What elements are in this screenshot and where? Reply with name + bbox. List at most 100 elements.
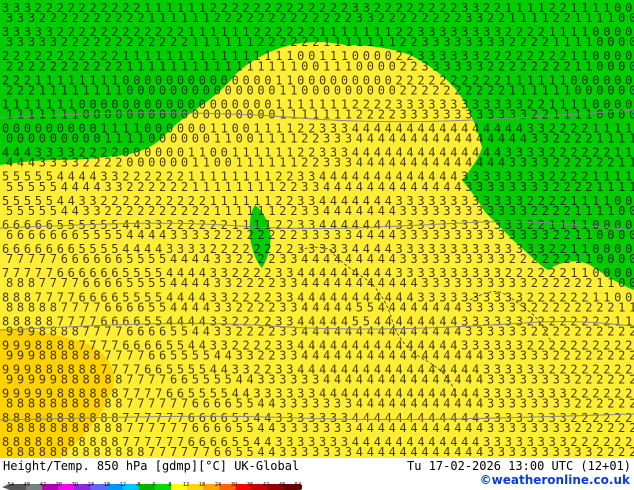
temp-label: 1 (596, 204, 603, 218)
temp-label: 4 (476, 445, 483, 458)
temp-label: 4 (203, 300, 210, 314)
temp-label: 0 (629, 204, 634, 218)
temp-label: 3 (432, 252, 439, 266)
temp-label: 4 (400, 349, 407, 363)
temp-label: 2 (542, 252, 549, 266)
temp-label: 1 (585, 228, 592, 242)
temp-label: 4 (400, 421, 407, 435)
temp-label: 0 (596, 252, 603, 266)
temp-label: 4 (312, 276, 319, 290)
temp-label: 2 (236, 228, 243, 242)
temp-label: 0 (323, 83, 330, 97)
temp-label: 0 (618, 35, 625, 49)
temp-label: 8 (61, 373, 68, 387)
temp-label: 4 (268, 397, 275, 411)
temp-label: 7 (72, 276, 79, 290)
temp-label: 4 (389, 349, 396, 363)
temp-label: 8 (50, 445, 57, 458)
temp-label: 7 (72, 300, 79, 314)
temp-label: 4 (214, 349, 221, 363)
temp-label: 4 (465, 421, 472, 435)
temp-label: 5 (126, 252, 133, 266)
temp-label: 2 (465, 83, 472, 97)
temp-label: 1 (585, 108, 592, 122)
temp-label: 2 (268, 349, 275, 363)
temp-label: 1 (126, 132, 133, 146)
temp-label: 3 (509, 421, 516, 435)
temp-label: 7 (17, 252, 24, 266)
temp-label: 5 (148, 276, 155, 290)
temp-label: 4 (421, 300, 428, 314)
temp-label: 7 (137, 421, 144, 435)
temp-label: 1 (520, 11, 527, 25)
temp-label: 0 (148, 108, 155, 122)
temp-label: 3 (400, 228, 407, 242)
temp-label: 0 (618, 276, 625, 290)
temp-label: 6 (104, 300, 111, 314)
temp-label: 4 (378, 300, 385, 314)
temp-label: 4 (421, 421, 428, 435)
temp-label: 1 (137, 132, 144, 146)
temp-label: 3 (542, 397, 549, 411)
temp-label: 3 (487, 300, 494, 314)
temp-label: 4 (301, 349, 308, 363)
temp-label: 9 (39, 373, 46, 387)
temp-label: 0 (93, 108, 100, 122)
temp-label: 4 (83, 180, 90, 194)
temp-label: 4 (367, 156, 374, 170)
temp-label: 3 (345, 445, 352, 458)
temp-label: 4 (192, 276, 199, 290)
temp-label: 6 (225, 397, 232, 411)
temp-label: 8 (50, 397, 57, 411)
temp-label: 3 (225, 252, 232, 266)
temp-label: 3 (531, 445, 538, 458)
temp-label: 1 (268, 204, 275, 218)
temp-label: 8 (39, 324, 46, 338)
temp-label: 1 (247, 35, 254, 49)
temp-label: 2 (236, 252, 243, 266)
temp-label: 2 (596, 349, 603, 363)
credit-link[interactable]: ©weatheronline.co.uk (480, 473, 630, 487)
temp-label: 4 (378, 445, 385, 458)
temp-label: 4 (389, 276, 396, 290)
temp-label: 8 (72, 349, 79, 363)
temp-label: 0 (389, 59, 396, 73)
temp-label: 4 (367, 349, 374, 363)
temp-label: 8 (50, 324, 57, 338)
temp-label: 1 (574, 228, 581, 242)
temp-label: 2 (104, 204, 111, 218)
temp-label: 5 (6, 204, 13, 218)
temp-label: 3 (279, 421, 286, 435)
temp-label: 1 (607, 204, 614, 218)
map-datetime: Tu 17-02-2026 13:00 UTC (12+01) (407, 459, 631, 473)
temp-label: 2 (247, 324, 254, 338)
temp-label: 2 (487, 59, 494, 73)
temp-label: 4 (454, 156, 461, 170)
temp-label: 3 (542, 445, 549, 458)
temp-label: 9 (6, 324, 13, 338)
temp-label: 3 (498, 324, 505, 338)
temp-label: 0 (214, 83, 221, 97)
temp-label: 8 (104, 373, 111, 387)
temp-label: 3 (509, 276, 516, 290)
temp-label: 4 (389, 373, 396, 387)
temp-label: 2 (596, 373, 603, 387)
temp-label: 3 (509, 156, 516, 170)
temp-label: 8 (6, 445, 13, 458)
temp-label: 6 (148, 324, 155, 338)
temp-label: 5 (236, 397, 243, 411)
temp-label: 0 (72, 132, 79, 146)
temp-label: 0 (61, 132, 68, 146)
temp-label: 4 (345, 373, 352, 387)
temp-label: 4 (476, 397, 483, 411)
temp-label: 3 (236, 349, 243, 363)
temp-label: 1 (257, 180, 264, 194)
temp-label: 1 (203, 35, 210, 49)
temp-label: 3 (465, 276, 472, 290)
temp-label: 0 (236, 132, 243, 146)
temp-label: 1 (268, 59, 275, 73)
temp-label: 1 (564, 83, 571, 97)
temp-label: 3 (290, 324, 297, 338)
temp-label: 2 (104, 59, 111, 73)
temp-label: 6 (203, 397, 210, 411)
